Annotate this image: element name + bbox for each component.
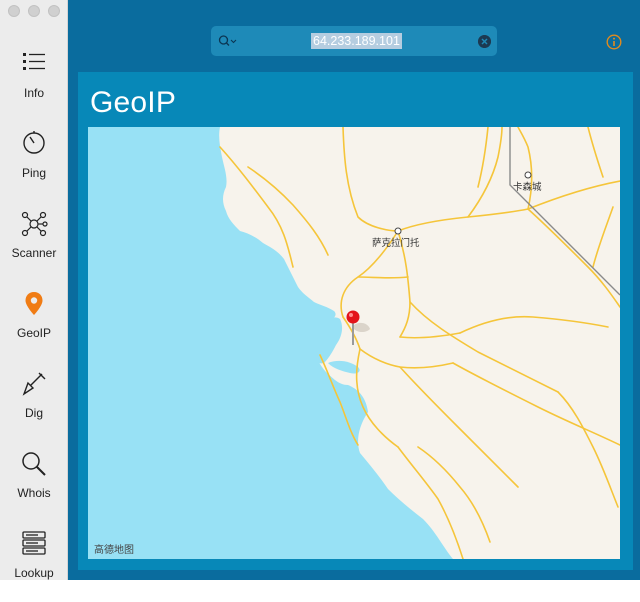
info-icon[interactable] — [606, 34, 622, 50]
page-title: GeoIP — [90, 86, 177, 119]
city-label-carson-city: 卡森城 — [513, 182, 542, 193]
search-field[interactable]: 64.233.189.101 — [211, 26, 497, 56]
sidebar: Info Ping Scanner GeoIP Dig Whois Lookup — [0, 0, 68, 580]
sidebar-item-label: Lookup — [14, 566, 54, 580]
sidebar-item-label: Ping — [21, 166, 47, 180]
sidebar-item-geoip[interactable]: GeoIP — [0, 290, 68, 362]
sidebar-item-label: Whois — [17, 486, 51, 500]
clear-search-icon[interactable] — [478, 35, 491, 48]
shovel-icon — [22, 372, 46, 396]
geoip-panel: GeoIP 萨克拉门托 卡森城 高德地图 — [78, 72, 633, 570]
window-controls — [8, 5, 60, 17]
stopwatch-icon — [23, 131, 45, 154]
sidebar-item-label: GeoIP — [16, 326, 52, 340]
close-window-button[interactable] — [8, 5, 20, 17]
sidebar-item-dig[interactable]: Dig — [0, 370, 68, 442]
search-icon — [218, 35, 237, 46]
city-label-sacramento: 萨克拉门托 — [372, 238, 420, 249]
toolbar: 64.233.189.101 — [68, 0, 640, 70]
minimize-window-button[interactable] — [28, 5, 40, 17]
sidebar-item-label: Info — [23, 86, 44, 100]
magnifier-icon — [22, 452, 46, 476]
sidebar-item-ping[interactable]: Ping — [0, 130, 68, 202]
main-area: 64.233.189.101 GeoIP 萨克拉门托 卡森城 高德地图 — [68, 0, 640, 580]
city-marker — [394, 227, 402, 235]
list-icon — [23, 53, 45, 70]
sidebar-item-info[interactable]: Info — [0, 50, 68, 122]
server-stack-icon — [22, 531, 46, 555]
network-icon — [21, 211, 48, 237]
sidebar-item-whois[interactable]: Whois — [0, 450, 68, 522]
sidebar-item-lookup[interactable]: Lookup — [0, 530, 68, 602]
map-attribution: 高德地图 — [94, 545, 134, 556]
sidebar-item-scanner[interactable]: Scanner — [0, 210, 68, 282]
search-input[interactable]: 64.233.189.101 — [311, 33, 402, 49]
zoom-window-button[interactable] — [48, 5, 60, 17]
map-view[interactable]: 萨克拉门托 卡森城 高德地图 — [88, 127, 620, 559]
sidebar-item-label: Scanner — [11, 246, 57, 260]
location-pin-icon — [25, 292, 43, 315]
sidebar-item-label: Dig — [24, 406, 43, 420]
city-marker — [524, 171, 532, 179]
